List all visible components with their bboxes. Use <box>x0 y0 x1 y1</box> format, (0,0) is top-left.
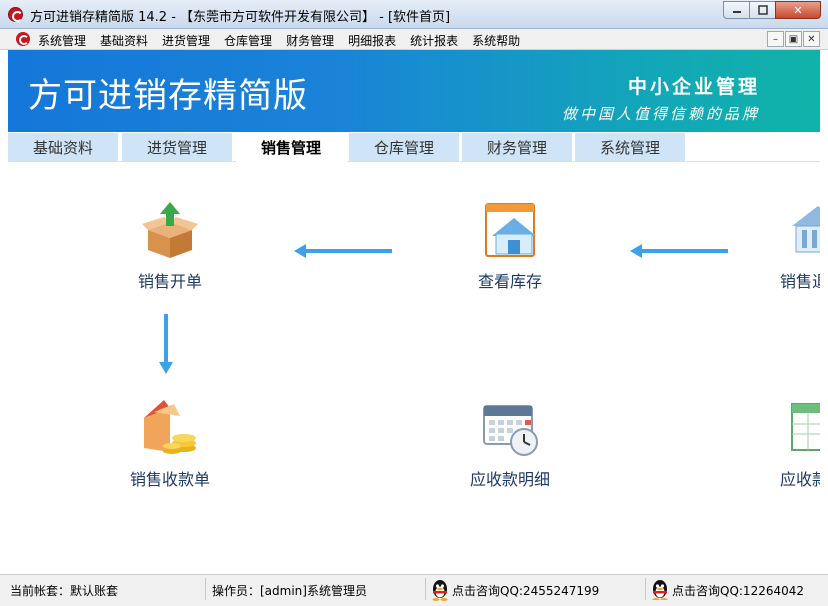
status-account: 当前帐套：默认账套 <box>10 583 119 598</box>
minimize-icon <box>732 11 741 13</box>
tab-purchase[interactable]: 进货管理 <box>122 133 233 162</box>
status-bar: 当前帐套：默认账套 操作员：[admin]系统管理员 点击咨询QQ:245524… <box>0 574 828 606</box>
banner-slogan-line1: 中小企业管理 <box>627 76 760 98</box>
close-button[interactable]: ✕ <box>775 1 821 19</box>
tile-sales-return-label: 销售退 <box>780 272 820 291</box>
tile-sales-order[interactable]: 销售开单 <box>95 200 245 292</box>
status-divider <box>645 578 646 600</box>
menu-purchase[interactable]: 进货管理 <box>162 32 210 49</box>
mdi-close-button[interactable]: ✕ <box>803 31 820 47</box>
calendar-clock-icon <box>480 398 540 458</box>
menu-logo-icon[interactable] <box>16 32 30 46</box>
status-divider <box>205 578 206 600</box>
status-qq-consult-1[interactable]: 点击咨询QQ:2455247199 <box>430 579 600 601</box>
spreadsheet-icon <box>788 398 820 458</box>
banner-slogan-line2: 做中国人值得信赖的品牌 <box>561 105 760 123</box>
tile-receivable-label: 应收款 <box>780 470 820 489</box>
menu-items: 系统管理 基础资料 进货管理 仓库管理 财务管理 明细报表 统计报表 系统帮助 <box>38 32 534 49</box>
module-tabs: 基础资料 进货管理 销售管理 仓库管理 财务管理 系统管理 <box>8 132 820 162</box>
close-icon: ✕ <box>793 3 803 17</box>
tile-sales-return[interactable]: 销售退 <box>746 200 820 292</box>
tile-sales-receipt[interactable]: 销售收款单 <box>95 398 245 490</box>
mdi-restore-button[interactable]: ▣ <box>785 31 802 47</box>
banner-slogan: 中小企业管理 做中国人值得信赖的品牌 <box>562 72 760 124</box>
status-operator: 操作员：[admin]系统管理员 <box>212 583 367 598</box>
window-controls: ✕ <box>723 1 821 19</box>
app-logo-icon <box>8 7 23 22</box>
tab-finance[interactable]: 财务管理 <box>462 133 573 162</box>
menu-stat-report[interactable]: 统计报表 <box>410 32 458 49</box>
flow-arrow-left-2 <box>630 244 728 258</box>
sales-workflow-panel: 销售开单 查看库存 销售退 <box>8 162 820 574</box>
tab-system[interactable]: 系统管理 <box>575 133 686 162</box>
menu-warehouse[interactable]: 仓库管理 <box>224 32 272 49</box>
tile-receivable-detail[interactable]: 应收款明细 <box>435 398 585 490</box>
flow-arrow-down <box>159 314 173 374</box>
status-qq-consult-1-text: 点击咨询QQ:2455247199 <box>452 583 600 598</box>
title-bar[interactable]: 方可进销存精简版 14.2 - 【东莞市方可软件开发有限公司】 - [软件首页]… <box>0 0 828 29</box>
maximize-icon <box>757 5 768 15</box>
tile-sales-order-label: 销售开单 <box>137 272 202 291</box>
tile-receivable[interactable]: 应收款 <box>746 398 820 490</box>
warehouse-icon <box>480 200 540 260</box>
menu-bar: 系统管理 基础资料 进货管理 仓库管理 财务管理 明细报表 统计报表 系统帮助 … <box>0 29 828 50</box>
menu-help[interactable]: 系统帮助 <box>472 32 520 49</box>
qq-penguin-icon <box>650 580 670 600</box>
banner-title: 方可进销存精简版 <box>28 76 308 116</box>
status-qq-consult-2[interactable]: 点击咨询QQ:12264042 <box>650 580 828 600</box>
menu-basic-data[interactable]: 基础资料 <box>100 32 148 49</box>
tile-sales-receipt-label: 销售收款单 <box>129 470 210 489</box>
box-upload-icon <box>140 200 200 260</box>
tile-view-stock[interactable]: 查看库存 <box>435 200 585 292</box>
coins-folder-icon <box>140 398 200 458</box>
tab-warehouse[interactable]: 仓库管理 <box>349 133 460 162</box>
minimize-button[interactable] <box>723 1 750 19</box>
tab-basic-data[interactable]: 基础资料 <box>8 133 119 162</box>
return-warehouse-icon <box>788 200 820 260</box>
flow-arrow-left-1 <box>294 244 392 258</box>
tile-view-stock-label: 查看库存 <box>477 272 542 291</box>
maximize-button[interactable] <box>749 1 776 19</box>
tab-sales[interactable]: 销售管理 <box>236 133 347 162</box>
qq-penguin-icon <box>430 579 450 601</box>
status-divider <box>425 578 426 600</box>
mdi-controls: – ▣ ✕ <box>766 31 820 47</box>
tile-receivable-detail-label: 应收款明细 <box>469 470 550 489</box>
menu-detail-report[interactable]: 明细报表 <box>348 32 396 49</box>
mdi-minimize-button[interactable]: – <box>767 31 784 47</box>
header-banner: 方可进销存精简版 中小企业管理 做中国人值得信赖的品牌 <box>8 50 820 132</box>
menu-finance[interactable]: 财务管理 <box>286 32 334 49</box>
status-qq-consult-2-text: 点击咨询QQ:12264042 <box>672 583 805 598</box>
menu-system[interactable]: 系统管理 <box>38 32 86 49</box>
window-title: 方可进销存精简版 14.2 - 【东莞市方可软件开发有限公司】 - [软件首页] <box>30 10 451 25</box>
